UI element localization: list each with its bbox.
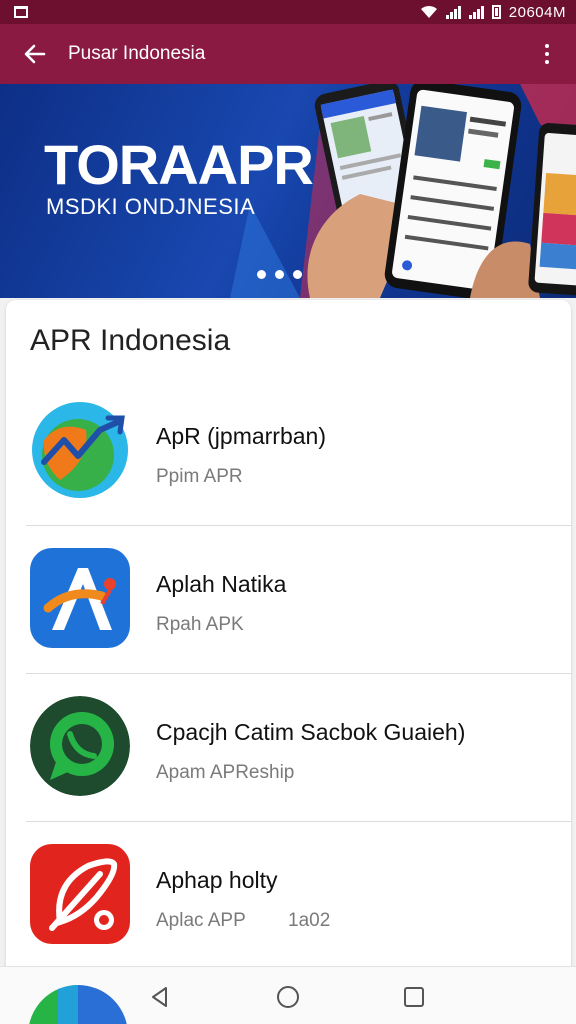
app-subtitle: Aplac APP bbox=[156, 910, 246, 931]
circle-home-icon bbox=[277, 986, 299, 1008]
back-nav-button[interactable] bbox=[144, 981, 176, 1013]
compass-icon bbox=[30, 844, 130, 944]
list-item[interactable]: Aplah Natika Rpah APK bbox=[26, 526, 571, 674]
page-title: Pusar Indonesia bbox=[68, 43, 206, 64]
app-subtitle: Ppim APR bbox=[156, 466, 243, 487]
list-item[interactable]: Aphap holty Aplac APP 1a02 bbox=[26, 822, 571, 970]
arrow-left-icon bbox=[24, 44, 46, 64]
partial-app-icon bbox=[28, 985, 128, 1024]
app-bar: Pusar Indonesia bbox=[0, 24, 576, 84]
promo-banner[interactable]: TORAAPR MSDKI ONDJNESIA bbox=[0, 84, 576, 298]
app-name: Aphap holty bbox=[156, 867, 278, 893]
battery-icon bbox=[491, 5, 501, 19]
carousel-dot[interactable] bbox=[275, 270, 284, 279]
system-nav-bar bbox=[0, 966, 576, 1024]
status-time: 20604M bbox=[508, 3, 566, 21]
status-bar: 20604M bbox=[0, 0, 576, 24]
chat-bubble-icon bbox=[30, 696, 130, 796]
list-item[interactable]: Cpacjh Catim Sacbok Guaieh) Apam APReshi… bbox=[26, 674, 571, 822]
app-name: Cpacjh Catim Sacbok Guaieh) bbox=[156, 719, 466, 745]
app-subtitle: Rpah APK bbox=[156, 614, 244, 635]
letter-a-icon bbox=[30, 548, 130, 648]
chart-globe-icon bbox=[30, 400, 130, 500]
app-extra: 1a02 bbox=[288, 910, 331, 931]
banner-subline: MSDKI ONDJNESIA bbox=[46, 194, 256, 219]
wifi-icon bbox=[420, 5, 437, 18]
carousel-dot[interactable] bbox=[257, 270, 266, 279]
carousel-dot[interactable] bbox=[293, 270, 302, 279]
app-name: Aplah Natika bbox=[156, 571, 287, 597]
recents-nav-button[interactable] bbox=[398, 981, 430, 1013]
overflow-menu-button[interactable] bbox=[532, 37, 562, 71]
notification-icon bbox=[14, 6, 28, 18]
carousel-indicator[interactable] bbox=[257, 270, 302, 279]
app-subtitle: Apam APReship bbox=[156, 762, 295, 783]
signal-icon bbox=[445, 5, 461, 19]
app-list-card: APR Indonesia ApR (jpmarrban) Ppim APR A… bbox=[6, 300, 571, 1024]
back-button[interactable] bbox=[18, 37, 52, 71]
home-nav-button[interactable] bbox=[272, 981, 304, 1013]
square-recents-icon bbox=[404, 987, 424, 1007]
app-name: ApR (jpmarrban) bbox=[156, 423, 326, 449]
more-vert-icon bbox=[545, 44, 549, 48]
banner-headline: TORAAPR bbox=[44, 133, 314, 196]
section-title: APR Indonesia bbox=[30, 324, 231, 357]
signal-icon-2 bbox=[468, 5, 484, 19]
list-item[interactable]: ApR (jpmarrban) Ppim APR bbox=[26, 378, 571, 526]
triangle-back-icon bbox=[152, 987, 167, 1007]
